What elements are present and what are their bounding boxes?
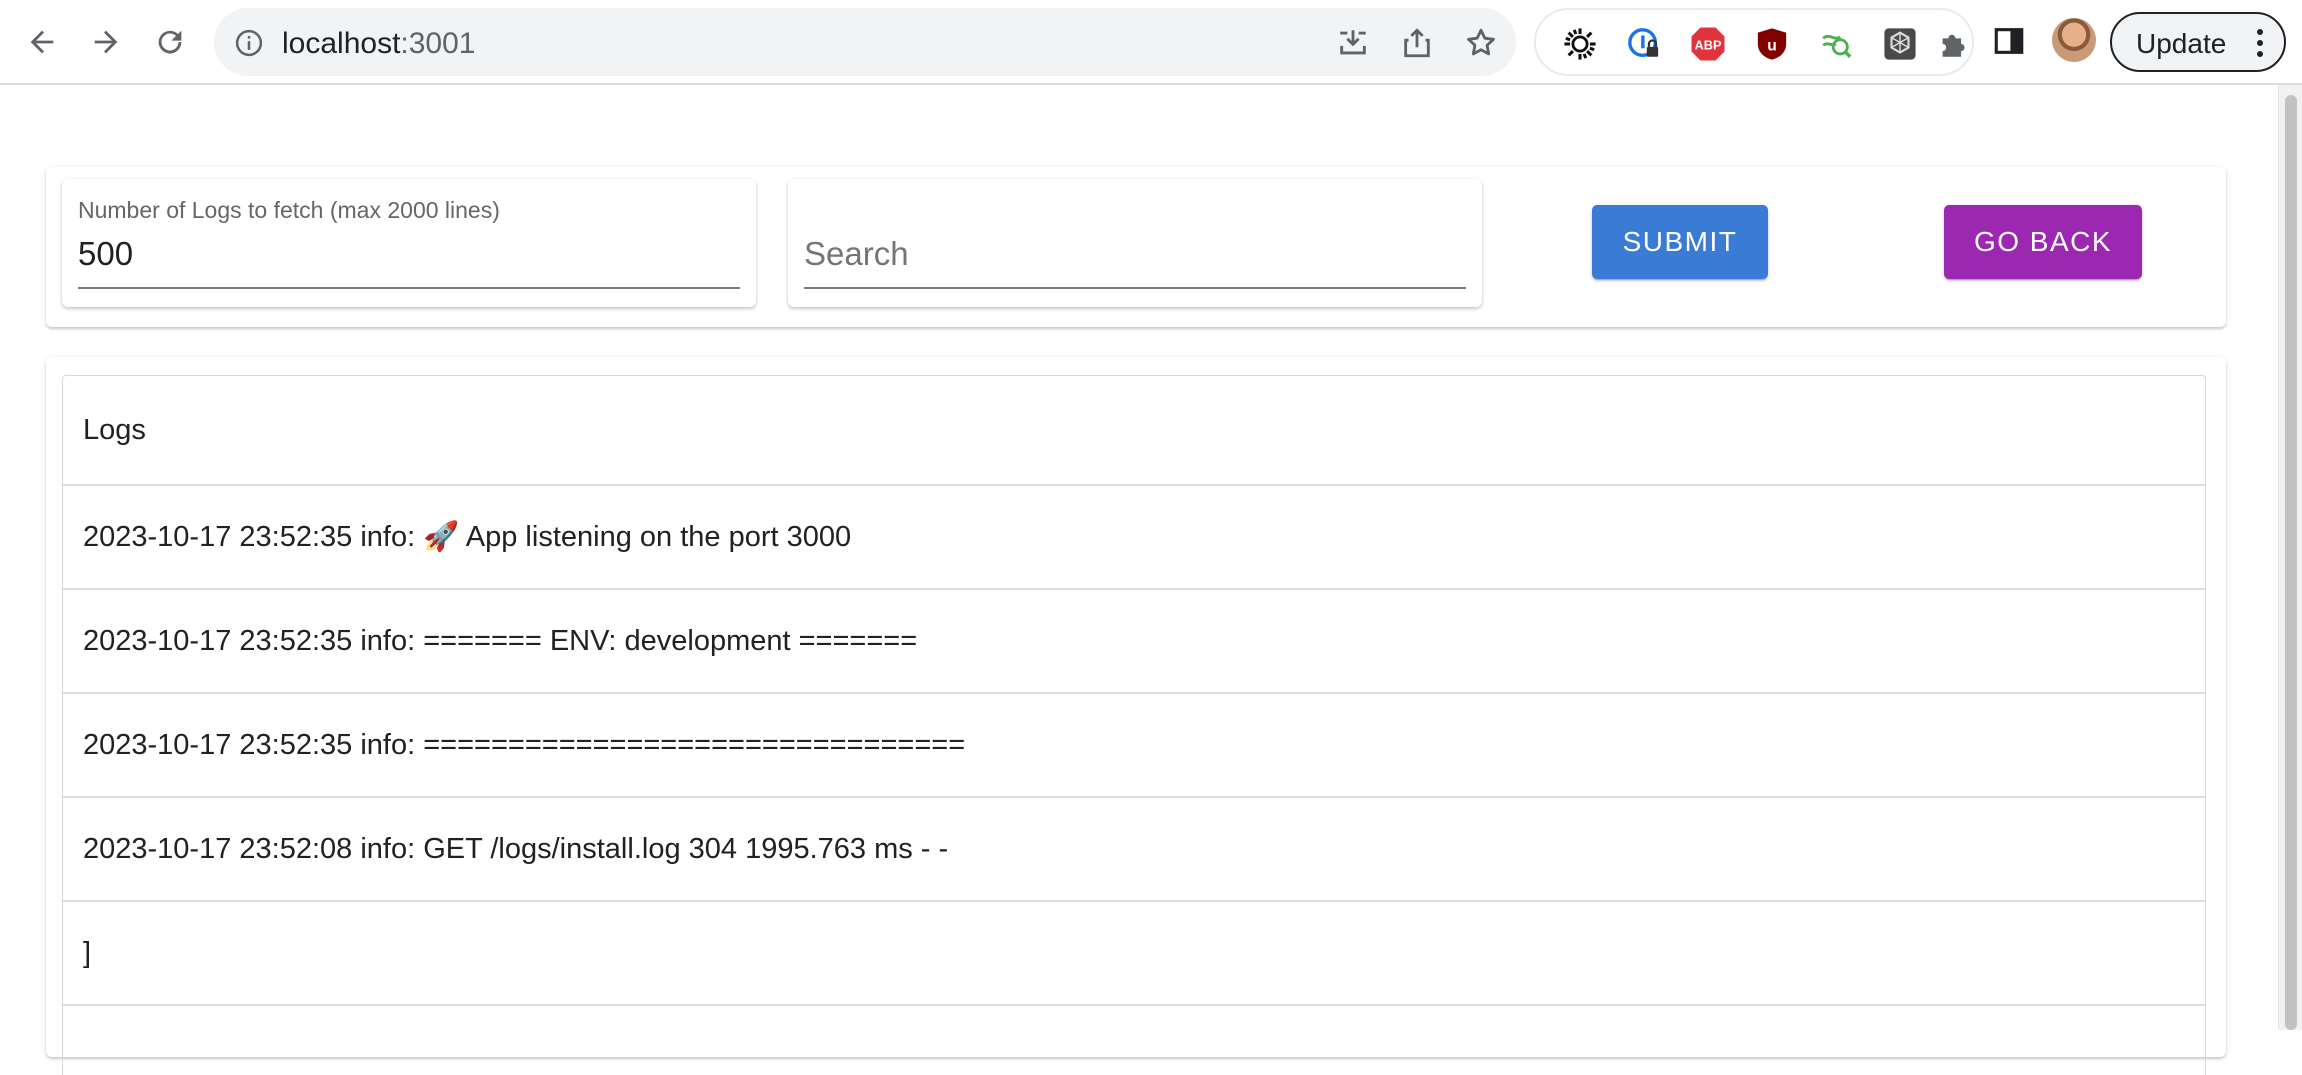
forward-arrow-icon[interactable] — [84, 20, 128, 64]
browser-toolbar: localhost:3001 ABP u Update — [0, 0, 2302, 85]
site-info-icon[interactable] — [234, 28, 264, 58]
adblock-plus-icon[interactable]: ABP — [1690, 26, 1726, 62]
url-text: localhost:3001 — [282, 27, 476, 60]
reload-icon[interactable] — [148, 20, 192, 64]
puzzle-piece-icon[interactable] — [1936, 26, 1972, 62]
input-underline — [804, 287, 1466, 289]
logs-table: Logs 2023-10-17 23:52:35 info: 🚀 App lis… — [62, 375, 2206, 1075]
sun-extension-icon[interactable] — [1562, 26, 1598, 62]
go-back-button[interactable]: GO BACK — [1944, 205, 2142, 279]
log-count-field[interactable]: Number of Logs to fetch (max 2000 lines) — [62, 179, 756, 307]
more-options-icon[interactable] — [2256, 28, 2264, 58]
page-content: Number of Logs to fetch (max 2000 lines)… — [0, 85, 2278, 1075]
address-bar[interactable]: localhost:3001 — [214, 8, 1516, 76]
svg-text:ABP: ABP — [1695, 37, 1722, 52]
log-row: ] — [63, 902, 2205, 1006]
back-arrow-icon[interactable] — [20, 20, 64, 64]
logs-panel: Logs 2023-10-17 23:52:35 info: 🚀 App lis… — [46, 357, 2226, 1075]
log-row: 2023-10-17 23:52:35 info: ==============… — [63, 694, 2205, 798]
log-row: 2023-10-17 23:52:08 info: GET /logs/inst… — [63, 798, 2205, 902]
search-input[interactable] — [804, 235, 1464, 273]
ublock-origin-icon[interactable]: u — [1754, 26, 1790, 62]
search-extension-icon[interactable] — [1818, 26, 1854, 62]
extensions-bar: ABP u — [1534, 8, 1974, 76]
side-panel-icon[interactable] — [1992, 24, 2026, 58]
log-count-label: Number of Logs to fetch (max 2000 lines) — [78, 197, 500, 223]
logs-header: Logs — [63, 376, 2205, 486]
share-icon[interactable] — [1400, 26, 1434, 60]
log-row: 2023-10-17 23:52:35 info: ======= ENV: d… — [63, 590, 2205, 694]
svg-text:u: u — [1767, 37, 1777, 54]
openai-extension-icon[interactable] — [1882, 26, 1918, 62]
profile-avatar[interactable] — [2052, 18, 2096, 62]
page-scrollbar[interactable] — [2278, 85, 2302, 1030]
log-count-input[interactable] — [78, 235, 738, 273]
log-controls-panel: Number of Logs to fetch (max 2000 lines)… — [46, 167, 2226, 327]
search-field[interactable] — [788, 179, 1482, 307]
submit-button[interactable]: SUBMIT — [1592, 205, 1768, 279]
bookmark-star-icon[interactable] — [1464, 26, 1498, 60]
install-app-icon[interactable] — [1336, 26, 1370, 60]
password-manager-icon[interactable] — [1626, 26, 1662, 62]
update-button[interactable]: Update — [2110, 12, 2286, 72]
input-underline — [78, 287, 740, 289]
scrollbar-thumb[interactable] — [2285, 95, 2297, 1030]
log-row: 2023-10-17 23:52:35 info: 🚀 App listenin… — [63, 486, 2205, 590]
